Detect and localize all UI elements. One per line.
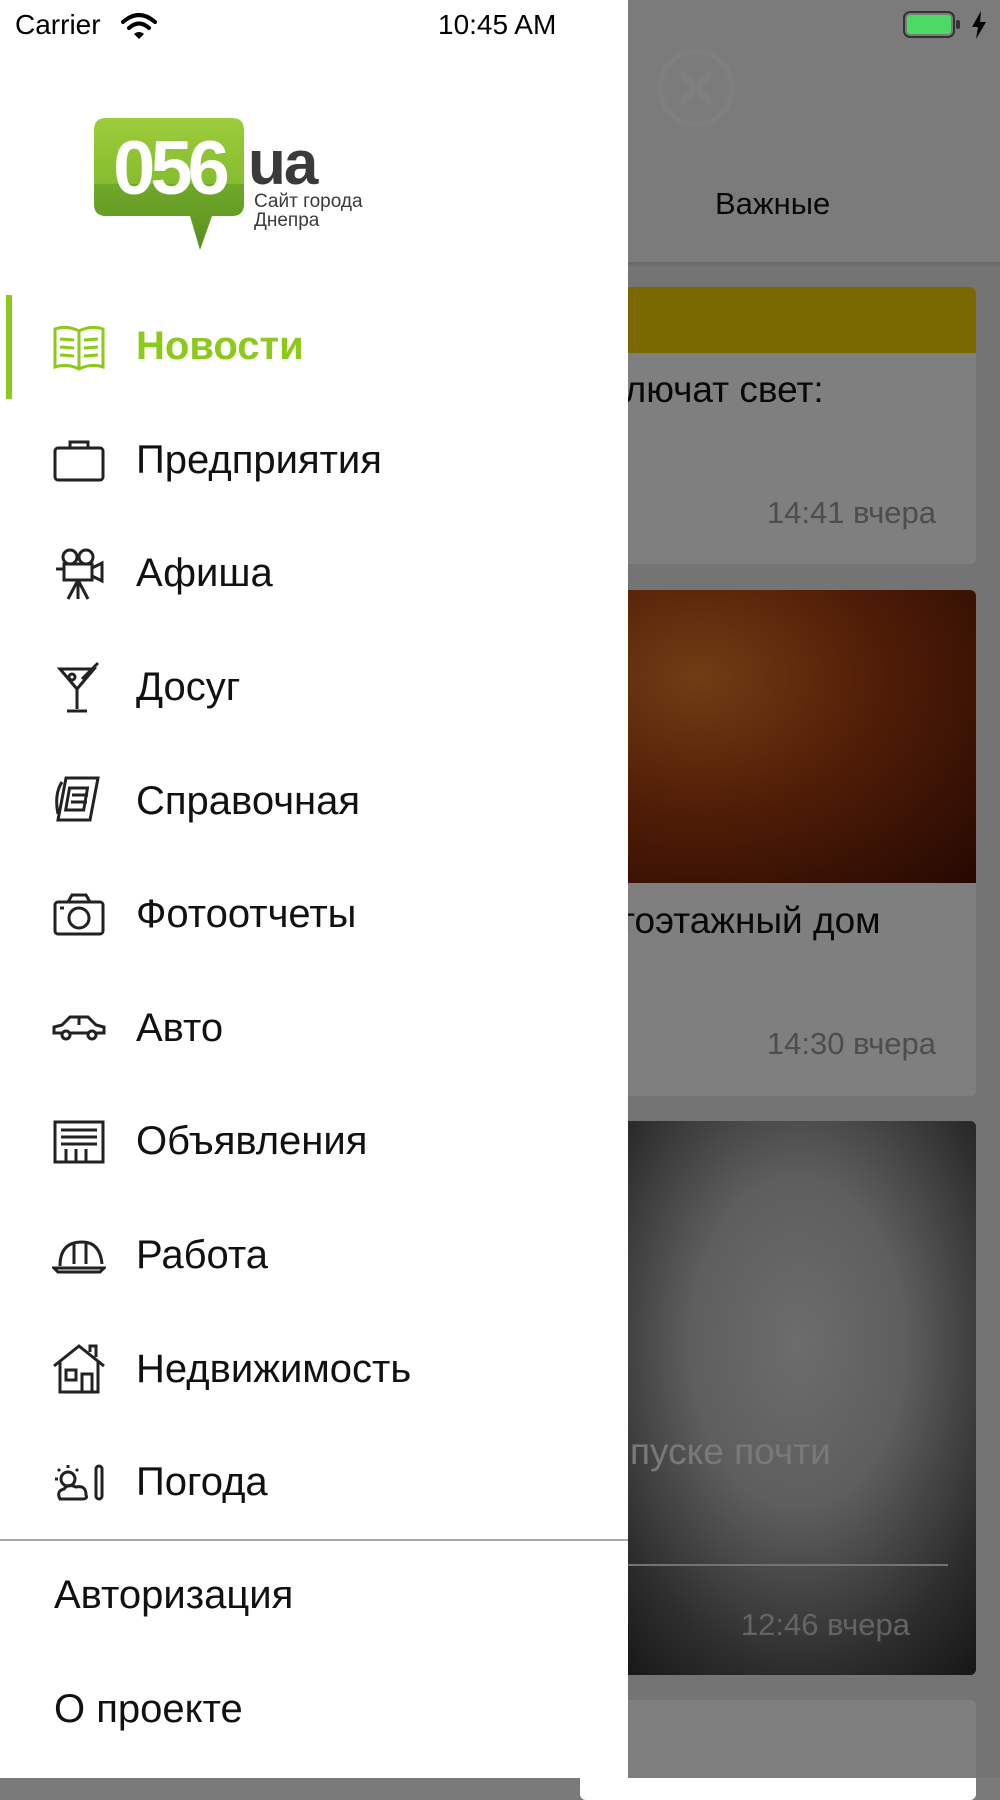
menu-item-classifieds[interactable]: Объявления (0, 1085, 628, 1199)
newspaper-icon (52, 320, 106, 374)
movie-camera-icon (52, 547, 106, 601)
site-logo[interactable]: 056 ua Сайт города Днепра (94, 116, 364, 256)
menu-item-label: Справочная (136, 778, 361, 823)
menu-item-real-estate[interactable]: Недвижимость (0, 1312, 628, 1426)
menu-item-label: Фотоотчеты (136, 892, 357, 937)
logo-suffix: ua (248, 129, 319, 198)
house-icon (52, 1342, 106, 1396)
weather-icon (52, 1456, 106, 1510)
clock: 10:45 AM (438, 9, 557, 40)
wifi-icon (121, 13, 157, 39)
menu-item-directory[interactable]: Справочная (0, 744, 628, 858)
menu-item-label: Новости (136, 324, 304, 369)
car-icon (52, 1001, 106, 1055)
menu-item-login[interactable]: Авторизация (54, 1573, 293, 1618)
menu-item-label: Недвижимость (136, 1346, 412, 1391)
menu-item-weather[interactable]: Погода (0, 1426, 628, 1540)
menu-item-auto[interactable]: Авто (0, 972, 628, 1086)
menu-item-label: Авто (136, 1005, 224, 1050)
briefcase-icon (52, 433, 106, 487)
camera-icon (52, 888, 106, 942)
menu-item-label: Объявления (136, 1119, 368, 1164)
menu-item-label: Афиша (136, 551, 273, 596)
menu-item-leisure[interactable]: Досуг (0, 631, 628, 745)
menu-item-label: Погода (136, 1460, 268, 1505)
hard-hat-icon (52, 1229, 106, 1283)
phone-icon (52, 774, 106, 828)
logo-number: 056 (113, 126, 228, 211)
menu-item-label: Предприятия (136, 437, 382, 482)
logo-tagline: Сайт города (254, 191, 363, 212)
menu-divider (0, 1539, 628, 1541)
logo-tagline: Днепра (254, 210, 320, 231)
menu-item-about[interactable]: О проекте (54, 1687, 243, 1732)
battery-icon (903, 11, 960, 38)
menu-item-companies[interactable]: Предприятия (0, 404, 628, 518)
menu-item-photo-reports[interactable]: Фотоотчеты (0, 858, 628, 972)
menu-item-news[interactable]: Новости (0, 290, 628, 404)
cocktail-icon (52, 661, 106, 715)
main-menu: Новости Предприятия Афиша Досуг Справочн… (0, 290, 628, 1540)
menu-item-label: Работа (136, 1233, 268, 1278)
menu-item-jobs[interactable]: Работа (0, 1199, 628, 1313)
menu-item-label: Досуг (136, 665, 241, 710)
classifieds-icon (52, 1115, 106, 1169)
charging-icon (972, 11, 986, 39)
menu-item-afisha[interactable]: Афиша (0, 517, 628, 631)
carrier-label: Carrier (15, 9, 101, 40)
side-drawer: 056 ua Сайт города Днепра Новости Предпр… (0, 0, 628, 1778)
